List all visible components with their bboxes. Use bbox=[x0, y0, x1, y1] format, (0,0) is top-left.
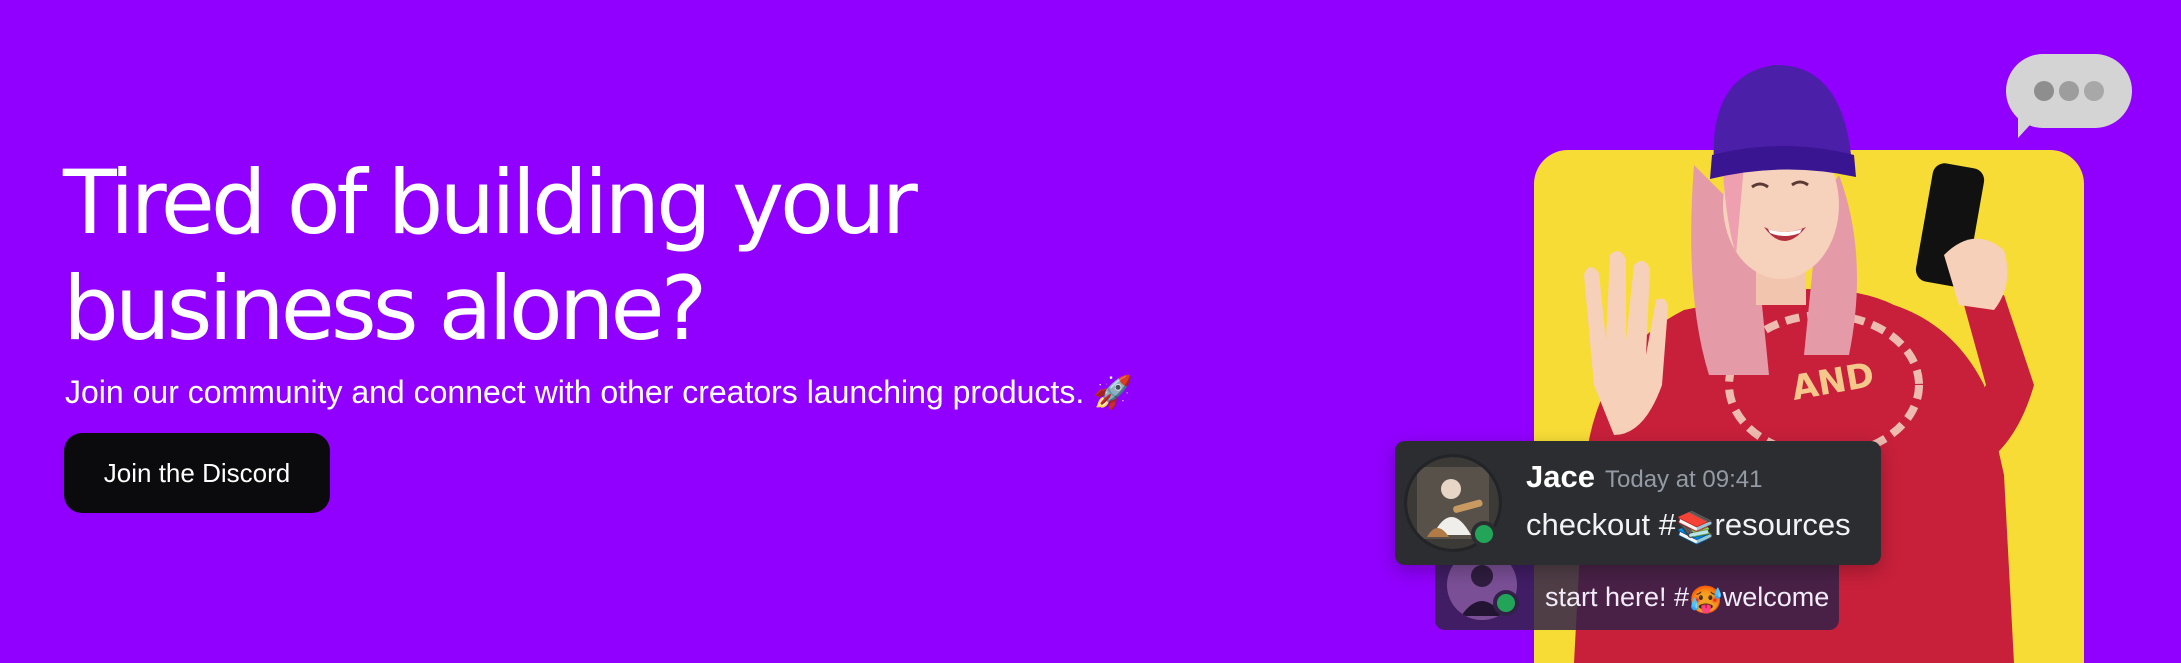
typing-dot-icon bbox=[2084, 81, 2104, 101]
typing-dot-icon bbox=[2059, 81, 2079, 101]
chat-message-resources: Jace Today at 09:41 checkout #📚resources bbox=[1395, 441, 1881, 565]
hero-section: Tired of building your business alone? J… bbox=[0, 0, 2181, 663]
message-username[interactable]: Jace bbox=[1526, 459, 1595, 495]
hero-headline: Tired of building your business alone? bbox=[63, 151, 918, 360]
join-discord-button[interactable]: Join the Discord bbox=[64, 433, 330, 513]
typing-bubble-tail bbox=[2018, 114, 2040, 138]
message-timestamp: Today at 09:41 bbox=[1605, 466, 1763, 493]
channel-emoji-icon: 📚 bbox=[1675, 510, 1715, 545]
online-status-icon bbox=[1471, 521, 1497, 547]
channel-link-resources[interactable]: resources bbox=[1715, 507, 1851, 542]
online-status-icon bbox=[1493, 590, 1519, 616]
message-text: start here! #🥵welcome bbox=[1545, 582, 1830, 615]
typing-dot-icon bbox=[2034, 81, 2054, 101]
hero-subtitle: Join our community and connect with othe… bbox=[65, 374, 1133, 410]
channel-link-welcome[interactable]: welcome bbox=[1723, 582, 1830, 612]
message-text: checkout #📚resources bbox=[1526, 507, 1851, 545]
channel-emoji-icon: 🥵 bbox=[1689, 585, 1723, 615]
